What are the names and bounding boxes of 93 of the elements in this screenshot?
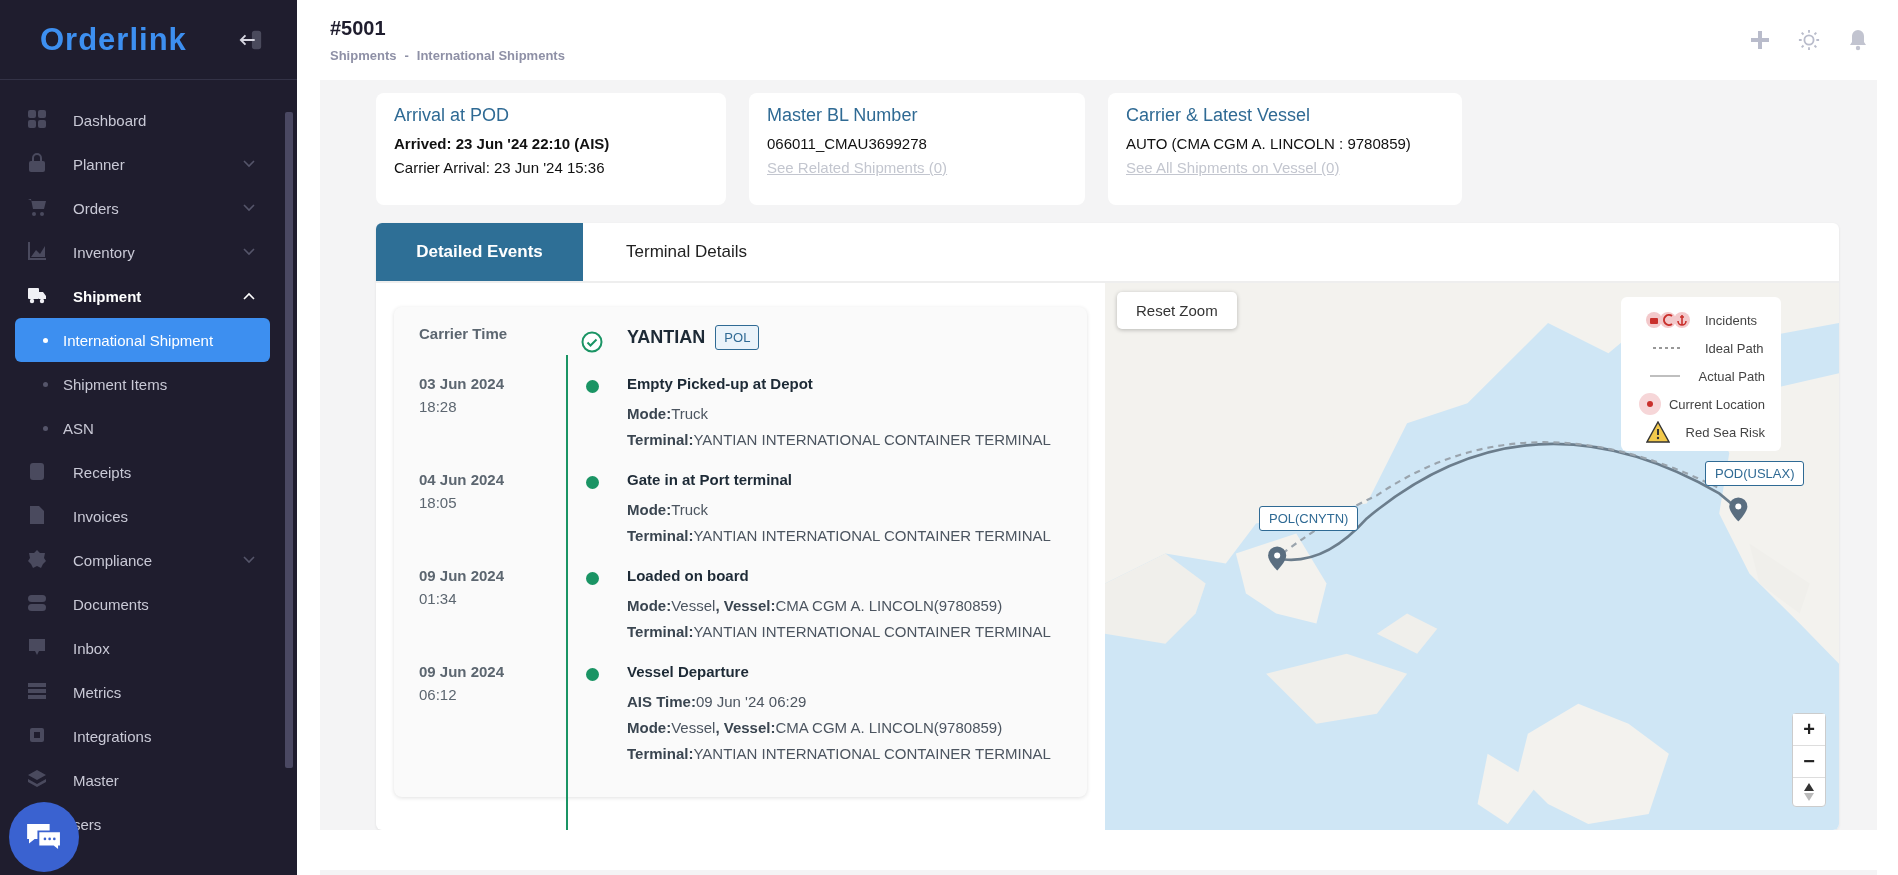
submenu-item[interactable]: Shipment Items xyxy=(15,362,270,406)
card-title: Arrival at POD xyxy=(394,105,511,126)
card-text: Arrived: 23 Jun '24 22:10 (AIS) xyxy=(394,135,611,152)
nav-item[interactable]: Compliance xyxy=(0,538,297,582)
nav-item[interactable]: Dashboard xyxy=(0,98,297,142)
event-date: 03 Jun 2024 xyxy=(419,375,506,392)
port-label: POL(CNYTN) xyxy=(1259,506,1359,531)
card-text: AUTO (CMA CGM A. LINCOLN : 9780859) xyxy=(1126,135,1412,152)
legend-label: Actual Path xyxy=(1698,368,1765,384)
message-icon xyxy=(27,637,47,657)
submenu-item[interactable]: ASN xyxy=(15,406,270,450)
collapse-icon[interactable] xyxy=(239,28,263,51)
event-time: 18:28 xyxy=(419,398,458,415)
event-detail: Terminal:YANTIAN INTERNATIONAL CONTAINER TERMINAL xyxy=(627,745,1052,762)
document-icon xyxy=(27,505,47,525)
legend-label: Ideal Path xyxy=(1705,340,1764,356)
layers-icon xyxy=(27,769,47,789)
event-time: 01:34 xyxy=(419,590,458,607)
event-date: 04 Jun 2024 xyxy=(419,471,506,488)
event-detail: Mode:Truck xyxy=(627,501,710,518)
breadcrumb-item: Shipments xyxy=(330,48,397,63)
nav-item[interactable]: Master xyxy=(0,758,297,802)
nav-item[interactable]: Inbox xyxy=(0,626,297,670)
chart-icon xyxy=(27,241,47,261)
timeline-dot xyxy=(585,668,599,681)
truck-icon xyxy=(27,285,47,305)
nav-item[interactable]: Planner xyxy=(0,142,297,186)
receipt-icon xyxy=(27,461,47,481)
check-circle-icon xyxy=(581,331,603,353)
column-heading: Carrier Time xyxy=(419,325,508,342)
compass-icon[interactable] xyxy=(1803,782,1815,802)
page-title: #5001 xyxy=(330,17,387,40)
nav-item[interactable]: Invoices xyxy=(0,494,297,538)
nav-item[interactable]: Orders xyxy=(0,186,297,230)
event-title: Empty Picked-up at Depot xyxy=(627,375,814,392)
card-title: Carrier & Latest Vessel xyxy=(1126,105,1312,126)
event-date: 09 Jun 2024 xyxy=(419,663,506,680)
solid-line-icon xyxy=(1649,374,1680,378)
incidents-icon xyxy=(1645,311,1691,329)
timeline-dot xyxy=(585,476,599,489)
list-icon xyxy=(27,681,47,701)
nav-item[interactable]: Integrations xyxy=(0,714,297,758)
nav-item[interactable]: Documents xyxy=(0,582,297,626)
location-pin-icon xyxy=(1268,546,1287,571)
event-detail: Terminal:YANTIAN INTERNATIONAL CONTAINER TERMINAL xyxy=(627,527,1052,544)
event-detail: Terminal:YANTIAN INTERNATIONAL CONTAINER TERMINAL xyxy=(627,623,1052,640)
legend-label: Red Sea Risk xyxy=(1685,424,1765,440)
bag-icon xyxy=(27,153,47,173)
event-time: 18:05 xyxy=(419,494,458,511)
port-badge: POL xyxy=(715,325,760,350)
scrollbar[interactable] xyxy=(285,112,293,768)
location-dot-icon xyxy=(1638,393,1661,415)
port-label: POD(USLAX) xyxy=(1705,461,1805,486)
nav-item[interactable]: Metrics xyxy=(0,670,297,714)
timeline-dot xyxy=(585,380,599,393)
timeline-dot xyxy=(585,572,599,585)
toggle-icon xyxy=(27,593,47,613)
port-name: YANTIAN xyxy=(627,327,706,348)
event-title: Gate in at Port terminal xyxy=(627,471,794,488)
plus-icon[interactable] xyxy=(1750,30,1770,50)
event-detail: Mode:Vessel, Vessel:CMA CGM A. LINCOLN(9780859) xyxy=(627,719,1004,736)
tab[interactable]: Detailed Events xyxy=(376,223,583,281)
event-detail: Terminal:YANTIAN INTERNATIONAL CONTAINER TERMINAL xyxy=(627,431,1052,448)
reset-zoom-button[interactable]: Reset Zoom xyxy=(1117,292,1237,329)
location-pin-icon xyxy=(1729,497,1748,522)
logo: Orderlink xyxy=(40,21,187,58)
legend-label: Incidents xyxy=(1705,312,1758,328)
grid-icon xyxy=(27,109,47,129)
event-time: 06:12 xyxy=(419,686,458,703)
nav-item[interactable]: Shipment xyxy=(0,274,297,318)
dashed-line-icon xyxy=(1653,346,1683,350)
breadcrumb-item: - xyxy=(404,48,409,63)
breadcrumb-item: International Shipments xyxy=(416,48,565,63)
event-date: 09 Jun 2024 xyxy=(419,567,506,584)
bell-icon[interactable] xyxy=(1848,29,1868,51)
event-title: Vessel Departure xyxy=(627,663,750,680)
nav-item[interactable]: Receipts xyxy=(0,450,297,494)
event-detail: Mode:Vessel, Vessel:CMA CGM A. LINCOLN(9780859) xyxy=(627,597,1004,614)
card-text: 066011_CMAU3699278 xyxy=(767,135,928,152)
card-title: Master BL Number xyxy=(767,105,919,126)
event-detail: Mode:Truck xyxy=(627,405,710,422)
chip-icon xyxy=(27,725,47,745)
nav-item[interactable]: Inventory xyxy=(0,230,297,274)
warning-icon xyxy=(1646,421,1671,443)
event-detail: AIS Time:09 Jun '24 06:29 xyxy=(627,693,808,710)
cart-icon xyxy=(27,197,47,217)
legend-label: Current Location xyxy=(1668,396,1765,412)
chat-icon xyxy=(25,822,63,852)
badge-icon xyxy=(27,549,47,569)
sun-icon[interactable] xyxy=(1798,29,1820,51)
event-title: Loaded on board xyxy=(627,567,750,584)
zoom-in-button[interactable]: + xyxy=(1793,714,1825,746)
card-text: Carrier Arrival: 23 Jun '24 15:36 xyxy=(394,159,606,176)
